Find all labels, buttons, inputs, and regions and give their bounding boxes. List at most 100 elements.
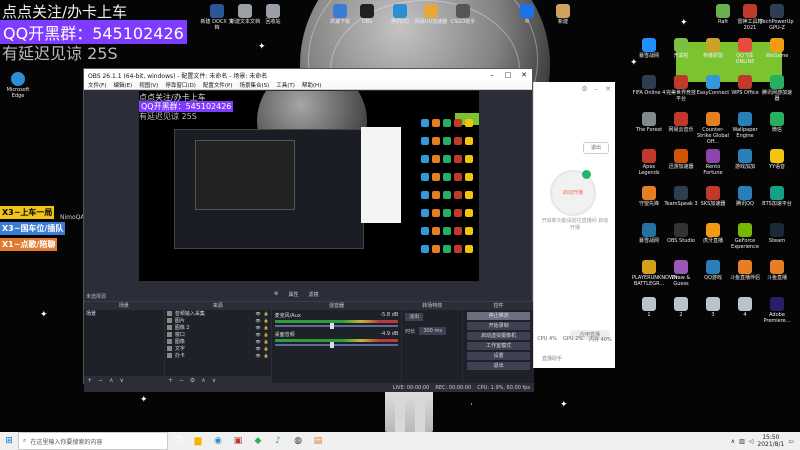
desktop-icon[interactable]: 游戏加加 xyxy=(728,149,762,170)
desktop-icon[interactable]: Adobe Premiere... xyxy=(760,297,794,324)
control-button[interactable]: 工作室模式 xyxy=(467,342,530,350)
desktop-icon[interactable]: Rento Fortune xyxy=(696,149,730,176)
desktop-icon[interactable]: Counter-Strike Global Off... xyxy=(696,112,730,145)
wechat-icon[interactable]: ◆ xyxy=(248,432,268,450)
desktop-icon[interactable]: 暴雪战网 xyxy=(632,38,666,59)
desktop-icon[interactable]: 新建 xyxy=(546,4,580,25)
eye-icon[interactable]: 👁 xyxy=(256,346,261,351)
obs-menu-item[interactable]: 视图(V) xyxy=(139,81,158,89)
music-icon[interactable]: ♪ xyxy=(268,432,288,450)
eye-icon[interactable]: 👁 xyxy=(256,318,261,323)
maximize-icon[interactable]: □ xyxy=(500,71,516,79)
desktop-icon[interactable]: 腾讯QQ xyxy=(383,4,417,25)
desktop-icon[interactable]: QQ飞车 ONLINE xyxy=(728,38,762,65)
minimize-icon[interactable]: – xyxy=(484,71,500,79)
desktop-icon[interactable]: 完美世界竞技平台 xyxy=(664,75,698,102)
desktop-icon[interactable]: Wallpaper Engine xyxy=(728,112,762,139)
obs-menu-item[interactable]: 文件(F) xyxy=(88,81,106,89)
obs-menu-item[interactable]: 编辑(E) xyxy=(113,81,132,89)
desktop-icon[interactable]: TeamSpeak 3 xyxy=(664,186,698,207)
desktop-icon[interactable]: Steam xyxy=(760,223,794,244)
desktop-icon[interactable]: 虎牙直播 xyxy=(696,223,730,244)
desktop-icon[interactable]: TechPowerUp GPU-Z xyxy=(760,4,794,31)
volume-icon[interactable]: ◁ xyxy=(749,438,754,445)
desktop-icon[interactable]: 斗鱼直播 xyxy=(760,260,794,281)
desktop-icon[interactable]: SKS加速器 xyxy=(696,186,730,207)
minimize-icon[interactable]: – xyxy=(595,85,599,93)
edge-taskbar-icon[interactable]: ◉ xyxy=(208,432,228,450)
network-icon[interactable]: ▥ xyxy=(739,438,745,445)
obs-menu-item[interactable]: 工具(T) xyxy=(276,81,295,89)
obs-menu-item[interactable]: 配置文件(P) xyxy=(203,81,233,89)
desktop-icon[interactable]: 2 xyxy=(664,297,698,318)
desktop-icon[interactable]: 腾讯网游加速器 xyxy=(760,75,794,102)
chevron-up-icon[interactable]: ∧ xyxy=(731,438,735,445)
desktop-icon[interactable]: WPS Office xyxy=(728,75,762,96)
desktop-icon[interactable]: 暴雪战网 xyxy=(632,223,666,244)
desktop-icon[interactable]: OBS Studio xyxy=(664,223,698,244)
desktop-icon[interactable]: 开黑啦 xyxy=(664,38,698,59)
desktop-icon[interactable]: 网易云音乐 xyxy=(664,112,698,133)
store-icon[interactable]: ▣ xyxy=(228,432,248,450)
desktop-icon[interactable]: 腾讯QQ xyxy=(728,186,762,207)
transition-select[interactable]: 淡出 xyxy=(405,313,424,321)
desktop-icon[interactable]: 回收站 xyxy=(256,4,290,25)
close-icon[interactable]: ✕ xyxy=(516,71,532,79)
desktop-icon[interactable]: FIFA Online 4 xyxy=(632,75,666,96)
desktop-icon[interactable]: Apex Legends xyxy=(632,149,666,176)
lock-icon[interactable]: 🔒 xyxy=(264,353,269,358)
desktop-icon[interactable]: 微信 xyxy=(760,112,794,133)
obs-taskbar-icon[interactable]: ◍ xyxy=(288,432,308,450)
scene-item[interactable]: 场景 xyxy=(84,310,164,317)
task-view-icon[interactable]: ❐ xyxy=(168,432,188,450)
desktop-icon[interactable]: BTS加速平台 xyxy=(760,186,794,207)
lock-icon[interactable]: 🔒 xyxy=(264,339,269,344)
desktop-icon[interactable]: N xyxy=(510,4,544,25)
control-button[interactable]: 设置 xyxy=(467,352,530,360)
desktop-icon[interactable]: GeForce Experience xyxy=(728,223,762,250)
volume-slider[interactable] xyxy=(274,323,399,329)
source-item[interactable]: 文字 👁 🔒 xyxy=(165,345,271,352)
lock-icon[interactable]: 🔒 xyxy=(264,332,269,337)
volume-slider[interactable] xyxy=(274,342,399,348)
gear-icon[interactable]: ⚙ xyxy=(274,291,278,298)
desktop-icon[interactable]: EasyConnect xyxy=(696,75,730,96)
app-taskbar-icon[interactable]: ▤ xyxy=(308,432,328,450)
notification-icon[interactable]: ▭ xyxy=(788,438,794,445)
control-button[interactable]: 停止推流 xyxy=(467,312,530,320)
desktop-icon[interactable]: 1 xyxy=(632,297,666,318)
desktop-icon[interactable]: WeGame xyxy=(760,38,794,59)
desktop-icon[interactable]: YY语音 xyxy=(760,149,794,170)
obs-menu-item[interactable]: 场景集合(S) xyxy=(239,81,269,89)
desktop-icon[interactable]: OBS xyxy=(350,4,384,25)
desktop-icon[interactable]: CSGO助手 xyxy=(446,4,480,25)
desktop-icon[interactable]: 斗鱼直播伴侣 xyxy=(728,260,762,281)
close-icon[interactable]: ✕ xyxy=(605,85,611,93)
control-button[interactable]: 退出 xyxy=(467,362,530,370)
desktop-icon[interactable]: QQ游戏 xyxy=(696,260,730,281)
source-item[interactable]: 图片 👁 🔒 xyxy=(165,317,271,324)
windows-start-icon[interactable]: ⊞ xyxy=(0,432,18,450)
desktop-icon[interactable]: 3 xyxy=(696,297,730,318)
tab-filters[interactable]: 滤镜 xyxy=(309,291,319,298)
desktop-icon[interactable]: 迅游加速器 xyxy=(664,149,698,170)
lock-icon[interactable]: 🔒 xyxy=(264,325,269,330)
eye-icon[interactable]: 👁 xyxy=(256,332,261,337)
eye-icon[interactable]: 👁 xyxy=(256,325,261,330)
source-item[interactable]: 窗口 👁 🔒 xyxy=(165,331,271,338)
eye-icon[interactable]: 👁 xyxy=(256,339,261,344)
desktop-icon[interactable]: 英雄联盟 xyxy=(696,38,730,59)
desktop-icon[interactable]: 4 xyxy=(728,297,762,318)
desktop-icon[interactable]: 网易UU加速器 xyxy=(414,4,448,25)
obs-menu-item[interactable]: 帮助(H) xyxy=(302,81,321,89)
taskbar-search[interactable]: ⌕ 在这里输入你要搜索的内容 xyxy=(18,432,168,450)
lock-icon[interactable]: 🔒 xyxy=(264,318,269,323)
explorer-icon[interactable]: ▆ xyxy=(188,432,208,450)
lock-icon[interactable]: 🔒 xyxy=(264,346,269,351)
desktop-icon[interactable]: Draw & Guess xyxy=(664,260,698,287)
source-item[interactable]: 音频输入采集 👁 🔒 xyxy=(165,310,271,317)
obs-preview-canvas[interactable]: 点点关注/办卡上车 QQ开黑群：545102426 有延迟见谅 25S xyxy=(139,91,479,281)
control-button[interactable]: 开始录制 xyxy=(467,322,530,330)
desktop-icon-edge[interactable]: Microsoft Edge xyxy=(1,72,35,99)
eye-icon[interactable]: 👁 xyxy=(256,311,261,316)
